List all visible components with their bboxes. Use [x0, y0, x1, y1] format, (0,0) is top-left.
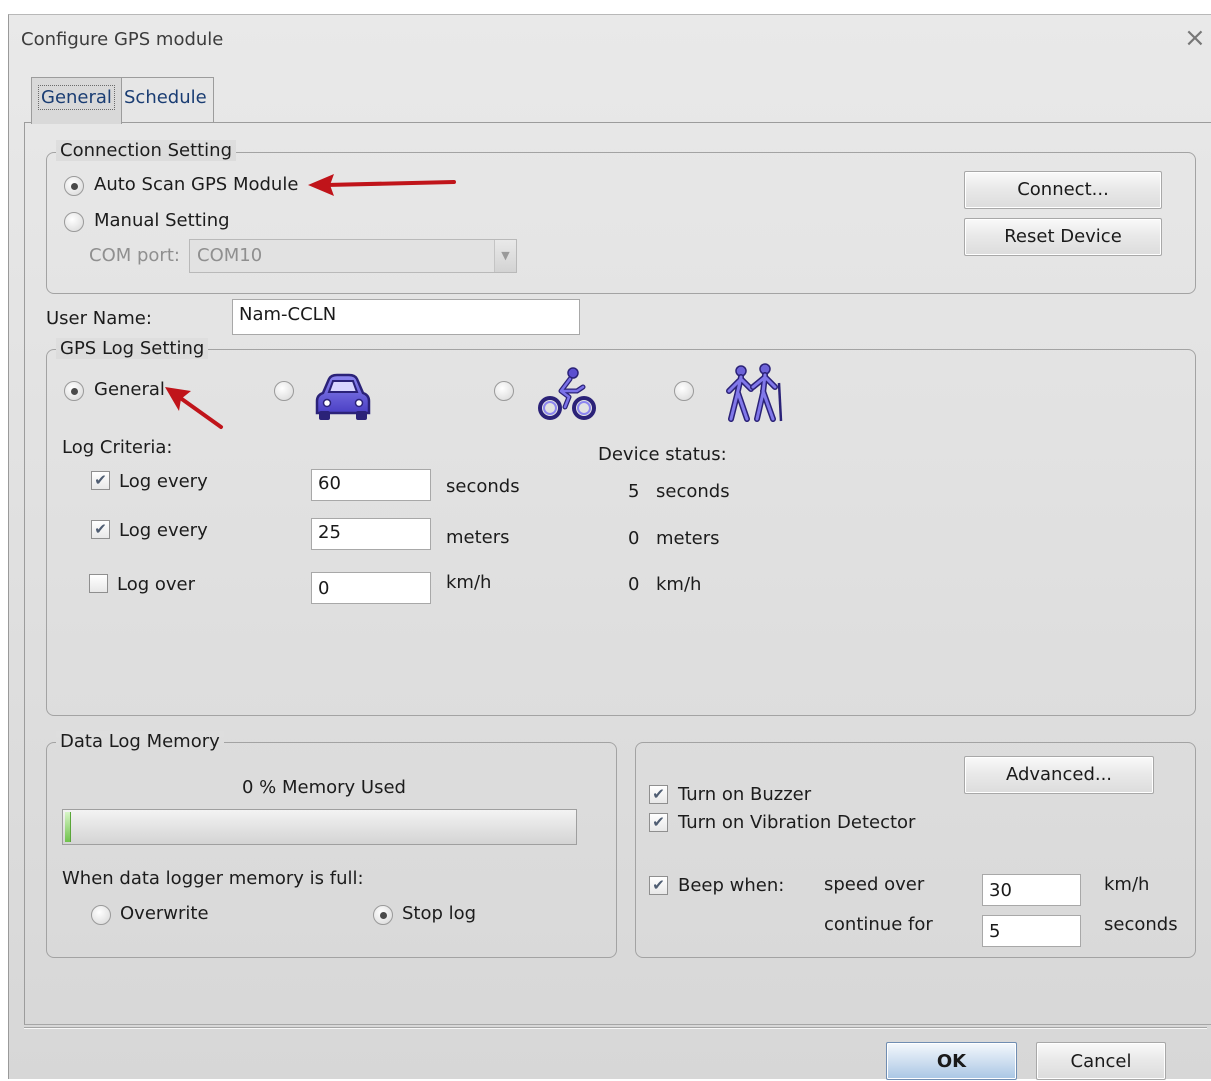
- connect-button[interactable]: Connect...: [964, 171, 1162, 209]
- car-icon[interactable]: [313, 371, 373, 423]
- log-every-meters-label: Log every: [119, 520, 208, 541]
- auto-scan-label: Auto Scan GPS Module: [94, 174, 299, 195]
- buzzer-checkbox[interactable]: ✔: [649, 785, 668, 804]
- log-every-meters-input[interactable]: 25: [311, 518, 431, 550]
- hiking-icon[interactable]: [721, 363, 785, 423]
- log-general-radio[interactable]: [64, 381, 84, 401]
- log-car-radio[interactable]: [274, 381, 294, 401]
- com-port-value: COM10: [197, 245, 263, 266]
- stop-log-label: Stop log: [402, 903, 477, 924]
- speed-over-input[interactable]: 30: [982, 874, 1081, 906]
- advanced-button[interactable]: Advanced...: [964, 756, 1154, 794]
- tab-general-label: General: [38, 85, 115, 110]
- log-over-checkbox[interactable]: [89, 574, 108, 593]
- continue-for-unit: seconds: [1104, 914, 1178, 935]
- tab-schedule[interactable]: Schedule: [117, 77, 214, 123]
- gps-log-setting-legend: GPS Log Setting: [56, 338, 209, 359]
- chevron-down-icon[interactable]: ▼: [494, 240, 516, 272]
- data-log-memory-legend: Data Log Memory: [56, 731, 224, 752]
- tab-general[interactable]: General: [31, 77, 122, 124]
- annotation-arrow-icon: [308, 174, 456, 196]
- auto-scan-radio[interactable]: [64, 176, 84, 196]
- log-every-seconds-checkbox[interactable]: ✔: [91, 471, 110, 490]
- tab-schedule-label: Schedule: [124, 87, 207, 108]
- user-name-label: User Name:: [46, 308, 152, 329]
- beep-when-checkbox[interactable]: ✔: [649, 876, 668, 895]
- vibration-checkbox[interactable]: ✔: [649, 813, 668, 832]
- log-every-seconds-unit: seconds: [446, 476, 520, 497]
- beep-when-label: Beep when:: [678, 875, 785, 896]
- cancel-button[interactable]: Cancel: [1036, 1042, 1166, 1080]
- reset-device-button[interactable]: Reset Device: [964, 218, 1162, 256]
- device-status-meters-value: 0: [628, 528, 640, 549]
- configure-gps-dialog: Configure GPS module × General Schedule …: [8, 14, 1211, 1080]
- log-every-seconds-label: Log every: [119, 471, 208, 492]
- device-status-meters-unit: meters: [656, 528, 720, 549]
- ok-button[interactable]: OK: [886, 1042, 1017, 1080]
- log-every-seconds-input[interactable]: 60: [311, 469, 431, 501]
- vibration-label: Turn on Vibration Detector: [678, 812, 916, 833]
- log-over-unit: km/h: [446, 572, 492, 593]
- log-hiking-radio[interactable]: [674, 381, 694, 401]
- connection-setting-legend: Connection Setting: [56, 140, 237, 161]
- continue-for-input[interactable]: 5: [982, 915, 1081, 947]
- memory-progress-fill: [65, 812, 71, 842]
- log-over-input[interactable]: 0: [311, 572, 431, 604]
- window-title: Configure GPS module: [21, 29, 224, 50]
- close-icon[interactable]: ×: [1184, 23, 1206, 53]
- device-status-speed-value: 0: [628, 574, 640, 595]
- bicycle-icon[interactable]: [537, 365, 597, 423]
- memory-progress-bar: [62, 809, 577, 845]
- memory-used-text: 0 % Memory Used: [242, 777, 406, 798]
- log-bicycle-radio[interactable]: [494, 381, 514, 401]
- com-port-label: COM port:: [89, 245, 180, 266]
- continue-for-label: continue for: [824, 914, 933, 935]
- overwrite-label: Overwrite: [120, 903, 209, 924]
- footer-divider: [24, 1027, 1207, 1029]
- device-status-speed-unit: km/h: [656, 574, 702, 595]
- speed-over-unit: km/h: [1104, 874, 1150, 895]
- data-log-memory-group: [46, 742, 617, 958]
- device-status-label: Device status:: [598, 444, 727, 465]
- log-every-meters-checkbox[interactable]: ✔: [91, 520, 110, 539]
- log-every-meters-unit: meters: [446, 527, 510, 548]
- stop-log-radio[interactable]: [373, 905, 393, 925]
- device-status-seconds-unit: seconds: [656, 481, 730, 502]
- com-port-select[interactable]: COM10 ▼: [189, 239, 517, 273]
- manual-setting-radio[interactable]: [64, 212, 84, 232]
- speed-over-label: speed over: [824, 874, 925, 895]
- user-name-input[interactable]: Nam-CCLN: [232, 299, 580, 335]
- memory-full-label: When data logger memory is full:: [62, 868, 364, 889]
- log-criteria-label: Log Criteria:: [62, 437, 173, 458]
- device-status-seconds-value: 5: [628, 481, 640, 502]
- log-over-label: Log over: [117, 574, 196, 595]
- manual-setting-label: Manual Setting: [94, 210, 230, 231]
- buzzer-label: Turn on Buzzer: [678, 784, 812, 805]
- log-general-label: General: [94, 379, 165, 400]
- overwrite-radio[interactable]: [91, 905, 111, 925]
- annotation-arrow-icon: [165, 387, 223, 429]
